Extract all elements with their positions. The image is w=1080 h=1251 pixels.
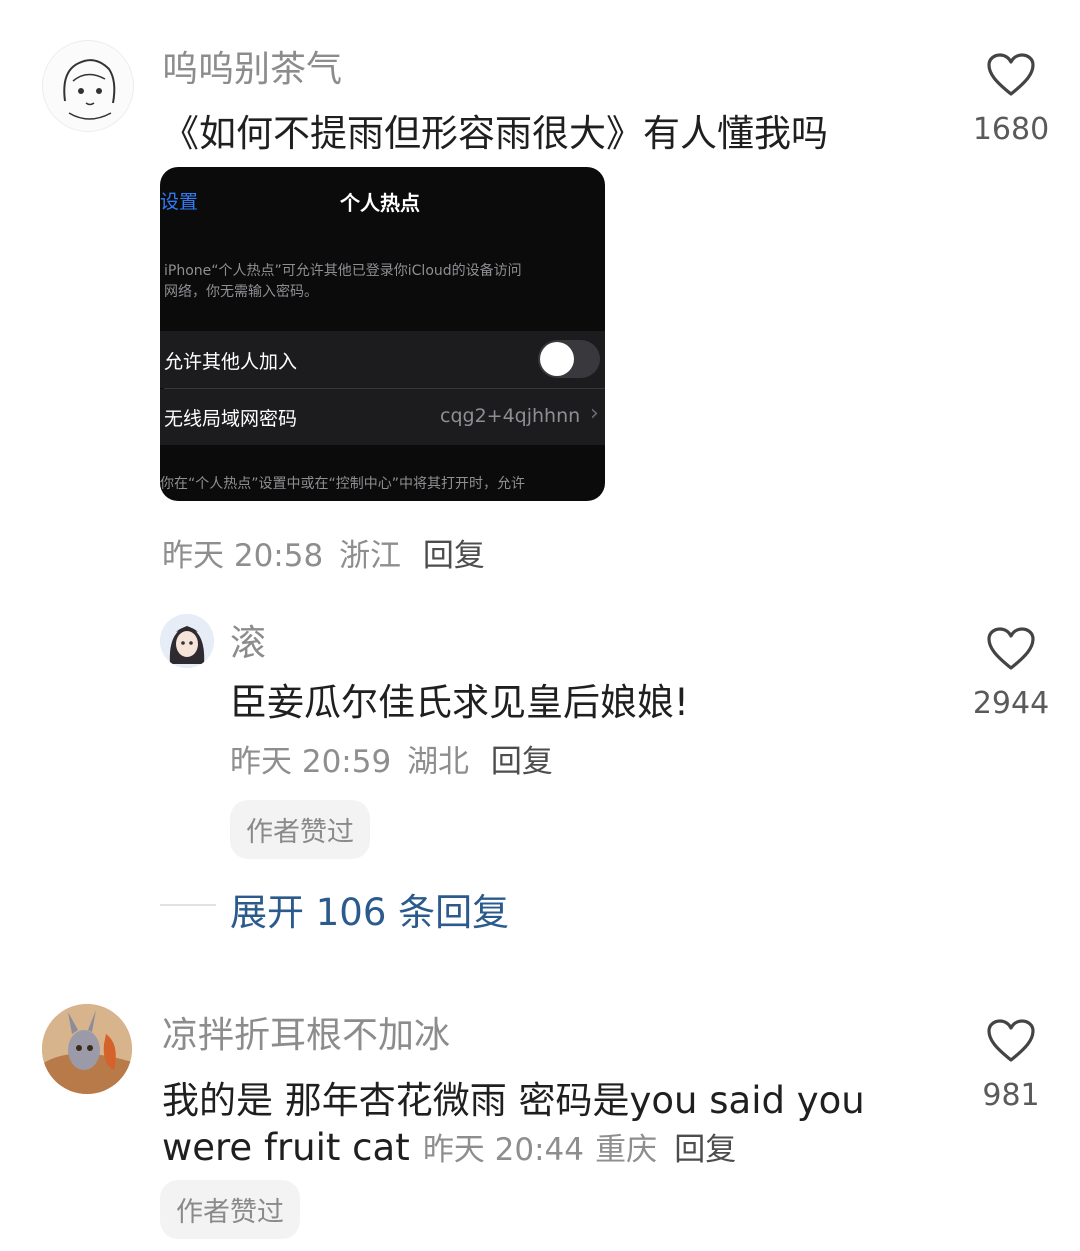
- settings-row-allow-others: 允许其他人加入: [160, 331, 605, 388]
- like-count: 981: [982, 1078, 1040, 1113]
- comment-text: 《如何不提雨但形容雨很大》有人懂我吗: [162, 112, 828, 155]
- avatar[interactable]: [42, 40, 134, 132]
- username[interactable]: 凉拌折耳根不加冰: [162, 1006, 450, 1058]
- timestamp: 昨天 20:59: [230, 744, 392, 780]
- location: 重庆: [595, 1132, 658, 1168]
- expand-divider: [160, 904, 216, 906]
- like-count: 2944: [972, 686, 1050, 721]
- comment-line-2: were fruit cat 昨天 20:44 重庆 回复: [162, 1124, 736, 1169]
- timestamp: 昨天 20:44: [422, 1132, 585, 1168]
- location: 浙江: [339, 538, 402, 574]
- author-liked-badge: 作者赞过: [230, 800, 370, 859]
- heart-icon: [987, 1019, 1035, 1062]
- settings-row-wifi-password: 无线局域网密码 cqg2+4qjhhnn ›: [160, 389, 605, 445]
- comment-meta: 昨天 20:59 湖北 回复: [230, 736, 553, 781]
- back-link: 设置: [160, 191, 199, 213]
- username[interactable]: 呜呜别茶气: [162, 40, 342, 92]
- reply-button[interactable]: 回复: [423, 538, 485, 574]
- description-line-1: iPhone“个人热点”可允许其他已登录你iCloud的设备访问: [164, 263, 522, 279]
- like-count: 1680: [972, 112, 1050, 147]
- allow-others-label: 允许其他人加入: [164, 351, 298, 373]
- comment-meta: 昨天 20:58 浙江 回复: [162, 530, 485, 575]
- like-button[interactable]: 2944: [966, 626, 1056, 721]
- heart-icon: [987, 53, 1035, 96]
- comment-image[interactable]: 设置 个人热点 iPhone“个人热点”可允许其他已登录你iCloud的设备访问…: [160, 167, 605, 501]
- footer-text: 你在“个人热点”设置中或在“控制中心”中将其打开时，允许: [160, 476, 526, 492]
- heart-icon: [987, 627, 1035, 670]
- comment-text-line-2: were fruit cat: [162, 1126, 410, 1169]
- avatar[interactable]: [160, 614, 214, 668]
- expand-replies-button[interactable]: 展开 106 条回复: [230, 882, 509, 936]
- username[interactable]: 滚: [230, 614, 266, 666]
- description-line-2: 网络，你无需输入密码。: [164, 284, 318, 300]
- location: 湖北: [407, 744, 470, 780]
- comment-text: 臣妾瓜尔佳氏求见皇后娘娘!: [230, 681, 689, 724]
- screen-title: 个人热点: [340, 191, 420, 215]
- allow-others-toggle: [538, 340, 600, 378]
- author-liked-badge: 作者赞过: [160, 1180, 300, 1239]
- chevron-right-icon: ›: [590, 401, 599, 426]
- like-button[interactable]: 981: [966, 1018, 1056, 1113]
- reply-button[interactable]: 回复: [491, 744, 553, 780]
- wifi-password-value: cqg2+4qjhhnn: [440, 405, 581, 427]
- wifi-password-label: 无线局域网密码: [164, 408, 298, 430]
- comment-text-line-1: 我的是 那年杏花微雨 密码是you said you: [162, 1079, 865, 1122]
- reply-button[interactable]: 回复: [674, 1132, 736, 1168]
- like-button[interactable]: 1680: [966, 52, 1056, 147]
- timestamp: 昨天 20:58: [162, 538, 324, 574]
- avatar[interactable]: [42, 1004, 132, 1094]
